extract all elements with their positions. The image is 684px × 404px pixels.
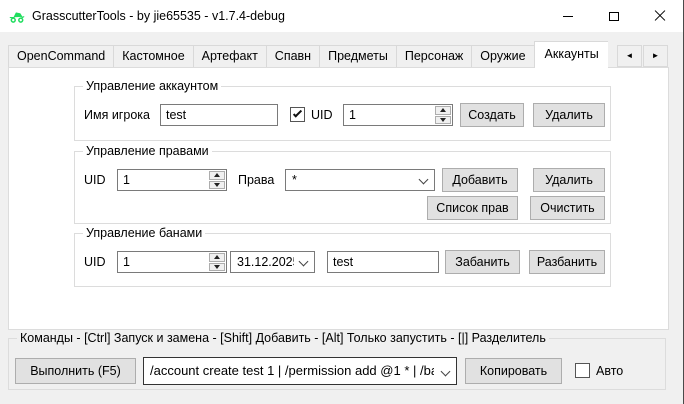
unban-button[interactable]: Разбанить <box>529 250 605 274</box>
spin-down-button[interactable] <box>435 116 451 125</box>
arrow-right-icon: ► <box>652 51 660 60</box>
remove-permission-button[interactable]: Удалить <box>533 168 605 192</box>
ban-date-picker[interactable]: 31.12.2025 <box>230 251 315 273</box>
uid-spinner[interactable]: 1 <box>343 104 453 126</box>
uid-label: UID <box>84 255 106 269</box>
run-command-button[interactable]: Выполнить (F5) <box>15 358 136 384</box>
ban-reason-input[interactable] <box>327 251 439 273</box>
tab-weapon[interactable]: Оружие <box>472 45 534 68</box>
chevron-down-icon <box>299 257 309 267</box>
group-title: Управление правами <box>83 144 212 158</box>
group-title: Команды - [Ctrl] Запуск и замена - [Shif… <box>17 331 549 345</box>
tab-artifact[interactable]: Артефакт <box>194 45 267 68</box>
ban-uid-spinner[interactable]: 1 <box>117 251 227 273</box>
uid-checkbox[interactable] <box>290 107 305 122</box>
perm-combobox[interactable]: * <box>285 169 435 191</box>
minimize-icon <box>563 16 573 17</box>
command-combobox[interactable]: /account create test 1 | /permission add… <box>143 357 457 385</box>
tab-items[interactable]: Предметы <box>320 45 397 68</box>
perm-uid-spinner[interactable]: 1 <box>117 169 227 191</box>
tab-scroll-left-button[interactable]: ◄ <box>617 45 642 67</box>
player-name-label: Имя игрока <box>84 108 150 122</box>
window-title: GrasscutterTools - by jie65535 - v1.7.4-… <box>32 0 285 32</box>
arrow-down-icon <box>214 183 220 187</box>
create-account-button[interactable]: Создать <box>460 103 524 127</box>
uid-label: UID <box>84 173 106 187</box>
spin-down-button[interactable] <box>209 263 225 272</box>
tab-character[interactable]: Персонаж <box>397 45 472 68</box>
auto-checkbox-label: Авто <box>596 364 623 378</box>
spin-down-button[interactable] <box>209 181 225 190</box>
arrow-left-icon: ◄ <box>626 51 634 60</box>
arrow-up-icon <box>214 255 220 259</box>
tab-custom[interactable]: Кастомное <box>114 45 193 68</box>
spin-up-button[interactable] <box>435 106 451 115</box>
auto-checkbox[interactable] <box>575 363 590 378</box>
group-title: Управление банами <box>83 226 205 240</box>
close-button[interactable] <box>637 0 683 32</box>
maximize-icon <box>609 12 619 21</box>
tab-scroll-right-button[interactable]: ► <box>643 45 668 67</box>
delete-account-button[interactable]: Удалить <box>533 103 605 127</box>
accounts-tab-panel: Управление аккаунтом Имя игрока UID 1 Со… <box>8 67 669 330</box>
perm-uid-value: 1 <box>123 170 130 190</box>
ban-date-value: 31.12.2025 <box>237 252 294 272</box>
add-permission-button[interactable]: Добавить <box>442 168 518 192</box>
ban-management-group: Управление банами UID 1 31.12.2025 Забан… <box>74 233 611 287</box>
app-window: GrasscutterTools - by jie65535 - v1.7.4-… <box>0 0 684 404</box>
spin-up-button[interactable] <box>209 253 225 262</box>
copy-command-button[interactable]: Копировать <box>465 358 562 384</box>
chevron-down-icon <box>441 367 451 377</box>
account-management-group: Управление аккаунтом Имя игрока UID 1 Со… <box>74 86 611 141</box>
spin-up-button[interactable] <box>209 171 225 180</box>
tab-strip: OpenCommand Кастомное Артефакт Спавн Пре… <box>8 41 608 68</box>
perm-combobox-value: * <box>292 170 414 190</box>
player-name-input[interactable] <box>160 104 278 126</box>
tab-accounts[interactable]: Аккаунты <box>534 41 608 68</box>
minimize-button[interactable] <box>545 0 591 32</box>
chevron-down-icon <box>419 175 429 185</box>
commands-group: Команды - [Ctrl] Запуск и замена - [Shif… <box>8 338 666 390</box>
arrow-up-icon <box>214 173 220 177</box>
perm-label: Права <box>238 173 274 187</box>
group-title: Управление аккаунтом <box>83 79 221 93</box>
arrow-down-icon <box>214 265 220 269</box>
check-icon <box>293 108 302 117</box>
arrow-up-icon <box>440 108 446 112</box>
ban-button[interactable]: Забанить <box>445 250 520 274</box>
clear-permissions-button[interactable]: Очистить <box>530 196 605 220</box>
ban-uid-value: 1 <box>123 252 130 272</box>
permission-list-button[interactable]: Список прав <box>427 196 518 220</box>
command-combobox-value: /account create test 1 | /permission add… <box>150 358 434 384</box>
titlebar: GrasscutterTools - by jie65535 - v1.7.4-… <box>0 0 683 32</box>
arrow-down-icon <box>440 118 446 122</box>
app-icon <box>8 7 26 25</box>
maximize-button[interactable] <box>591 0 637 32</box>
tab-spawn[interactable]: Спавн <box>267 45 320 68</box>
permission-management-group: Управление правами UID 1 Права * Добавит… <box>74 151 611 224</box>
tab-opencommand[interactable]: OpenCommand <box>8 45 114 68</box>
uid-spinner-value: 1 <box>349 105 356 125</box>
uid-checkbox-label: UID <box>311 108 333 122</box>
close-icon <box>654 10 666 22</box>
